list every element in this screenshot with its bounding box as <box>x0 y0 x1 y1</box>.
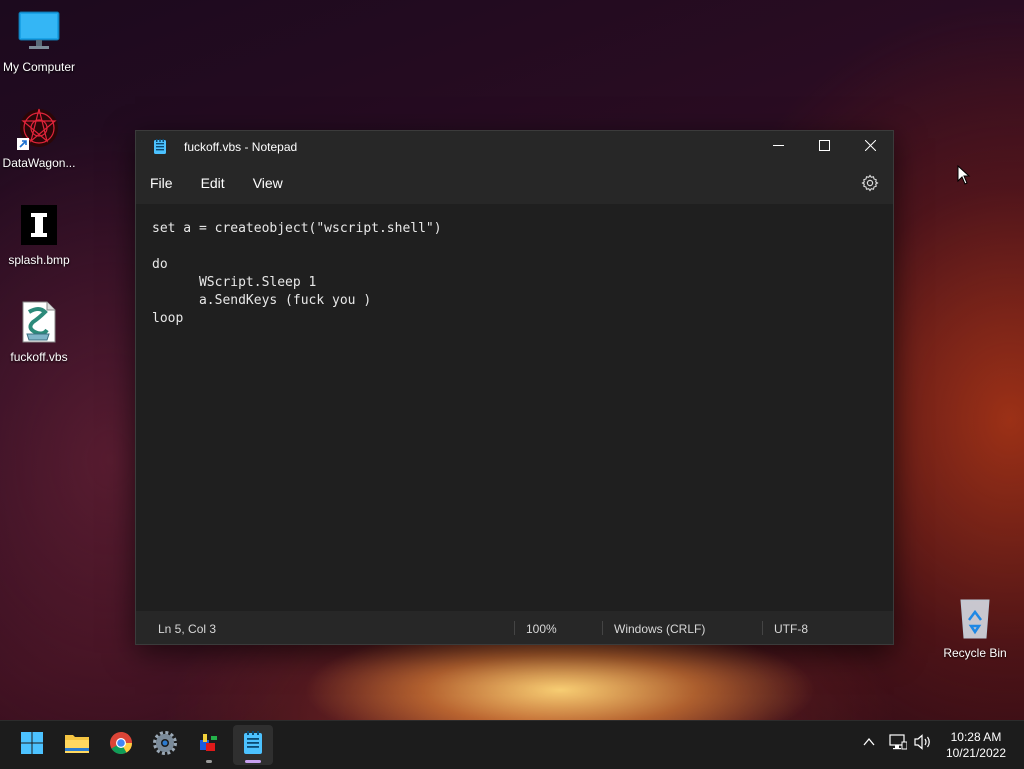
chevron-up-icon <box>862 736 876 753</box>
taskbar-notepad[interactable] <box>233 725 273 765</box>
clock-time: 10:28 AM <box>950 730 1002 744</box>
active-indicator <box>245 760 261 763</box>
datawagon-shortcut-icon <box>17 106 61 150</box>
desktop-icon-splash-bmp[interactable]: splash.bmp <box>0 203 78 267</box>
start-button[interactable] <box>12 725 52 765</box>
settings-gear-icon[interactable] <box>861 174 879 192</box>
network-button[interactable] <box>889 734 908 755</box>
settings-icon <box>153 730 177 760</box>
close-button[interactable] <box>847 131 893 162</box>
desktop-icon-fuckoff-vbs[interactable]: fuckoff.vbs <box>0 300 78 364</box>
line-ending: Windows (CRLF) <box>614 622 706 636</box>
paint-app-icon <box>197 731 221 760</box>
show-hidden-icons-button[interactable] <box>862 735 876 754</box>
volume-button[interactable] <box>914 734 932 755</box>
chrome-icon <box>109 731 133 760</box>
desktop-icon-recycle-bin[interactable]: Recycle Bin <box>936 596 1014 660</box>
taskbar-paint-app[interactable] <box>189 725 229 765</box>
encoding: UTF-8 <box>774 622 808 636</box>
file-explorer-icon <box>64 732 90 759</box>
desktop-icon-label: My Computer <box>2 60 76 74</box>
volume-icon <box>914 734 932 754</box>
clock[interactable]: 10:28 AM 10/21/2022 <box>946 729 1006 761</box>
menu-file[interactable]: File <box>136 169 187 197</box>
recycle-bin-icon <box>953 596 997 640</box>
menu-view[interactable]: View <box>239 169 297 197</box>
clock-date: 10/21/2022 <box>945 746 1006 760</box>
status-divider <box>602 621 603 635</box>
menu-bar: File Edit View <box>136 162 893 204</box>
minimize-icon <box>772 140 784 154</box>
start-icon <box>20 731 44 760</box>
bitmap-file-icon <box>17 203 61 247</box>
desktop-icon-label: splash.bmp <box>8 253 70 267</box>
network-icon <box>889 734 908 754</box>
taskbar-settings[interactable] <box>145 725 185 765</box>
taskbar-chrome[interactable] <box>101 725 141 765</box>
text-editor[interactable]: set a = createobject("wscript.shell") do… <box>136 204 893 611</box>
title-bar[interactable]: fuckoff.vbs - Notepad <box>136 131 893 162</box>
notepad-icon <box>243 730 263 760</box>
maximize-icon <box>818 139 830 154</box>
notepad-icon <box>153 138 167 155</box>
editor-content[interactable]: set a = createobject("wscript.shell") do… <box>136 204 893 328</box>
desktop-icon-my-computer[interactable]: My Computer <box>0 10 78 74</box>
monitor-icon <box>17 10 61 54</box>
running-indicator <box>206 760 212 763</box>
taskbar: 10:28 AM 10/21/2022 <box>0 720 1024 769</box>
close-icon <box>864 139 876 154</box>
status-divider <box>762 621 763 635</box>
zoom-level: 100% <box>526 622 557 636</box>
mouse-cursor-icon <box>957 164 971 190</box>
status-divider <box>514 621 515 635</box>
vbs-script-icon <box>17 300 61 344</box>
window-title: fuckoff.vbs - Notepad <box>184 139 298 154</box>
taskbar-file-explorer[interactable] <box>57 725 97 765</box>
desktop-icon-datawagon[interactable]: DataWagon... <box>0 106 78 170</box>
desktop-icon-label: DataWagon... <box>2 156 76 170</box>
desktop-icon-label: fuckoff.vbs <box>10 350 68 364</box>
maximize-button[interactable] <box>801 131 847 162</box>
notepad-window[interactable]: fuckoff.vbs - Notepad File Edit View set… <box>135 130 894 645</box>
menu-edit[interactable]: Edit <box>187 169 239 197</box>
desktop-icon-label: Recycle Bin <box>943 646 1007 660</box>
minimize-button[interactable] <box>755 131 801 162</box>
status-bar: Ln 5, Col 3 100% Windows (CRLF) UTF-8 <box>136 612 893 644</box>
cursor-position: Ln 5, Col 3 <box>158 622 217 636</box>
